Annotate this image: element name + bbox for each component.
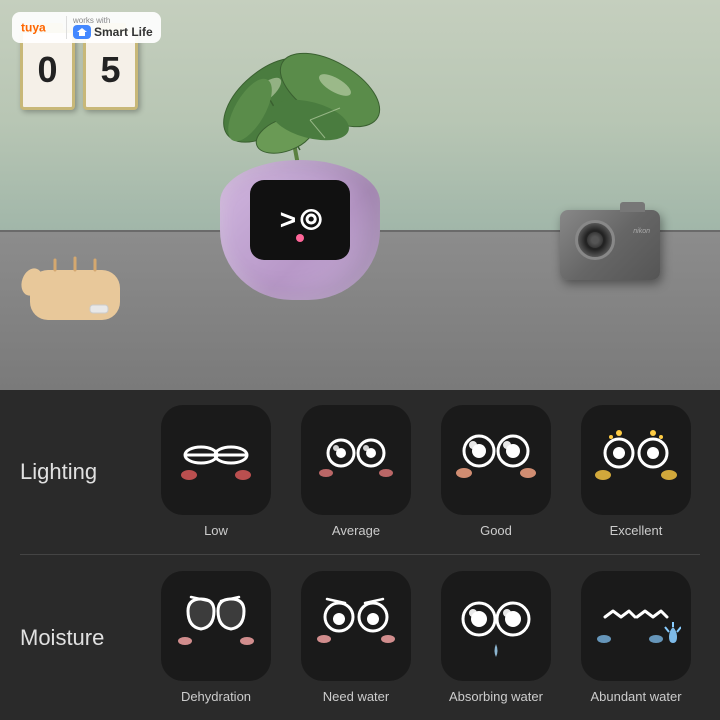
lighting-low-icon — [161, 405, 271, 515]
smart-life-text: Smart Life — [94, 25, 153, 39]
moisture-abundant-card: Abundant water — [572, 571, 700, 704]
lighting-excellent-label: Excellent — [610, 523, 663, 538]
info-grid: Lighting Low — [20, 405, 700, 704]
moisture-abundant-icon — [581, 571, 691, 681]
camera: nikon — [560, 210, 660, 280]
lighting-label: Lighting — [20, 459, 140, 485]
tuya-logo-svg: tuya — [20, 17, 60, 39]
camera-top — [620, 202, 645, 212]
lighting-low-label: Low — [204, 523, 228, 538]
moisture-dehydration-label: Dehydration — [181, 689, 251, 704]
moisture-label: Moisture — [20, 625, 140, 651]
lighting-good-label: Good — [480, 523, 512, 538]
lighting-good-card: Good — [432, 405, 560, 538]
brand-badge: tuya works with Smart Life — [12, 12, 161, 43]
pot-body: > ⦾ — [220, 160, 380, 300]
moisture-need-water-label: Need water — [323, 689, 389, 704]
info-section: Lighting Low — [0, 390, 720, 720]
moisture-absorbing-label: Absorbing water — [449, 689, 543, 704]
camera-lens — [575, 220, 615, 260]
camera-brand: nikon — [633, 228, 650, 235]
lighting-average-card: Average — [292, 405, 420, 538]
lighting-excellent-icon — [581, 405, 691, 515]
lighting-good-icon — [441, 405, 551, 515]
smart-plant-pot: > ⦾ — [200, 40, 400, 300]
moisture-need-water-icon — [301, 571, 411, 681]
lighting-low-card: Low — [152, 405, 280, 538]
row-divider — [20, 554, 700, 555]
lighting-excellent-card: Excellent — [572, 405, 700, 538]
moisture-dehydration-icon — [161, 571, 271, 681]
lighting-average-icon — [301, 405, 411, 515]
works-with-text: works with — [73, 16, 110, 25]
face-mouth-dot — [296, 234, 304, 242]
moisture-absorbing-icon — [441, 571, 551, 681]
lighting-average-label: Average — [332, 523, 380, 538]
moisture-dehydration-card: Dehydration — [152, 571, 280, 704]
pot-face-screen: > ⦾ — [250, 180, 350, 260]
product-photo: 0 5 — [0, 0, 720, 390]
plant-leaves — [210, 20, 390, 180]
svg-text:tuya: tuya — [21, 20, 46, 34]
hand — [20, 240, 140, 330]
moisture-abundant-label: Abundant water — [590, 689, 681, 704]
smart-life-icon — [73, 25, 91, 39]
smart-life-badge: works with Smart Life — [66, 16, 153, 39]
moisture-need-water-card: Need water — [292, 571, 420, 704]
moisture-absorbing-card: Absorbing water — [432, 571, 560, 704]
